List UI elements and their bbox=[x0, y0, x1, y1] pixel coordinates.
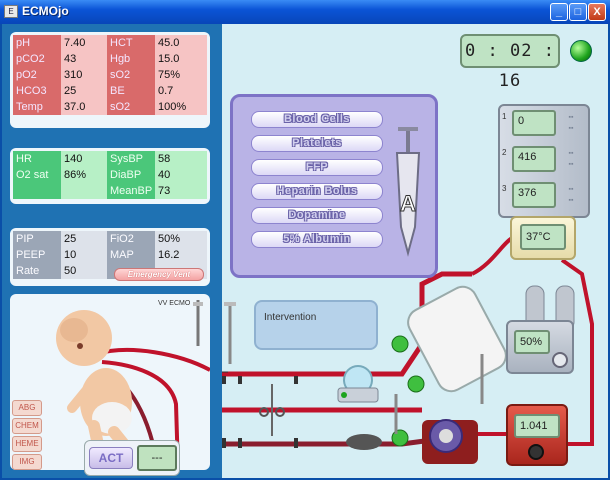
intervention-panel[interactable]: Intervention bbox=[254, 300, 378, 350]
vitals-label: DiaBP bbox=[107, 167, 155, 183]
bloodgas-label: sO2 bbox=[107, 99, 155, 115]
heater-unit: 37°C bbox=[510, 216, 576, 260]
window-title: ECMOjo bbox=[22, 4, 69, 18]
minimize-button[interactable]: _ bbox=[550, 3, 568, 21]
bloodgas-value: 15.0 bbox=[155, 51, 207, 67]
heme-button[interactable]: HEME bbox=[12, 436, 42, 452]
bloodgas-value: 100% bbox=[155, 99, 207, 115]
bloodgas-value: 37.0 bbox=[61, 99, 107, 115]
vent-value: 50 bbox=[61, 263, 107, 279]
vitals-value: 73 bbox=[155, 183, 207, 199]
pressure-knob-icon[interactable]: ▪▪ ▪▪ bbox=[558, 184, 584, 206]
pressure-value-2: 416 bbox=[512, 146, 556, 172]
bloodgas-value: 25 bbox=[61, 83, 107, 99]
bloodgas-label: pH bbox=[13, 35, 61, 51]
vitals-panel: HR 140 SysBP 58 O2 sat 86% DiaBP 40 MeanBP 73 bbox=[10, 148, 210, 204]
vent-value: 10 bbox=[61, 247, 107, 263]
heater-temperature: 37°C bbox=[520, 224, 566, 250]
act-button[interactable]: ACT bbox=[89, 447, 133, 469]
vitals-value: 58 bbox=[155, 151, 207, 167]
bloodgas-label: sO2 bbox=[107, 67, 155, 83]
blender-knob-icon[interactable] bbox=[552, 352, 568, 368]
vitals-value: 40 bbox=[155, 167, 207, 183]
app-window: E ECMOjo _ □ X pH 7.40 HCT 45.0 pCO2 43 Hgb 15.… bbox=[0, 0, 610, 480]
pressure-value-3: 376 bbox=[512, 182, 556, 208]
pump-knob-icon[interactable] bbox=[528, 444, 544, 460]
vitals-label: O2 sat bbox=[13, 167, 61, 183]
bloodgas-value: 7.40 bbox=[61, 35, 107, 51]
pressure-value-1: 0 bbox=[512, 110, 556, 136]
client-area: pH 7.40 HCT 45.0 pCO2 43 Hgb 15.0 pO2 310 sO2 75% HC… bbox=[2, 24, 608, 478]
pump-console: 1.041 bbox=[506, 404, 568, 466]
pressure-index-1: 1 bbox=[502, 112, 507, 121]
ventilator-panel: PIP 25 FiO2 50% PEEP 10 MAP 16.2 Rate 50 Emergenc… bbox=[10, 228, 210, 286]
maximize-button[interactable]: □ bbox=[569, 3, 587, 21]
heparin-bolus-button[interactable]: Heparin Bolus bbox=[251, 183, 383, 200]
vitals-value: 140 bbox=[61, 151, 107, 167]
emergency-vent-button[interactable]: Emergency Vent bbox=[114, 268, 204, 281]
vent-label: PIP bbox=[13, 231, 61, 247]
left-monitor-panel: pH 7.40 HCT 45.0 pCO2 43 Hgb 15.0 pO2 310 sO2 75% HC… bbox=[2, 24, 222, 478]
albumin-button[interactable]: 5% Albumin bbox=[251, 231, 383, 248]
blender-unit: 50% bbox=[506, 320, 574, 374]
dopamine-button[interactable]: Dopamine bbox=[251, 207, 383, 224]
vitals-label: HR bbox=[13, 151, 61, 167]
ffp-button[interactable]: FFP bbox=[251, 159, 383, 176]
bloodgas-label: HCT bbox=[107, 35, 155, 51]
bloodgas-label: pO2 bbox=[13, 67, 61, 83]
chem-button[interactable]: CHEM bbox=[12, 418, 42, 434]
bloodgas-label: HCO3 bbox=[13, 83, 61, 99]
vent-value: 50% bbox=[155, 231, 207, 247]
act-panel: ACT --- bbox=[84, 440, 180, 476]
flow-value: 1.041 bbox=[514, 414, 560, 438]
vent-label: FiO2 bbox=[107, 231, 155, 247]
bloodgas-value: 75% bbox=[155, 67, 207, 83]
status-led-icon bbox=[570, 40, 592, 62]
vent-label: PEEP bbox=[13, 247, 61, 263]
bloodgas-label: pCO2 bbox=[13, 51, 61, 67]
syringe-icon[interactable]: A bbox=[393, 127, 423, 257]
bloodgas-label: Hgb bbox=[107, 51, 155, 67]
pressure-monitor: 1 0 ▪▪ ▪▪ 2 416 ▪▪ ▪▪ 3 376 ▪▪ ▪▪ bbox=[498, 104, 590, 218]
title-bar: E ECMOjo _ □ X bbox=[0, 0, 610, 24]
vent-label: MAP bbox=[107, 247, 155, 263]
vitals-label: SysBP bbox=[107, 151, 155, 167]
pressure-knob-icon[interactable]: ▪▪ ▪▪ bbox=[558, 112, 584, 134]
act-value: --- bbox=[137, 445, 177, 471]
medication-panel: Blood Cells Platelets FFP Heparin Bolus … bbox=[230, 94, 438, 278]
bloodgas-value: 310 bbox=[61, 67, 107, 83]
blood-cells-button[interactable]: Blood Cells bbox=[251, 111, 383, 128]
vent-label: Rate bbox=[13, 263, 61, 279]
vitals-label: MeanBP bbox=[107, 183, 155, 199]
platelets-button[interactable]: Platelets bbox=[251, 135, 383, 152]
vitals-value bbox=[61, 183, 107, 199]
pressure-index-3: 3 bbox=[502, 184, 507, 193]
syringe-label: A bbox=[400, 191, 416, 216]
bloodgas-value: 45.0 bbox=[155, 35, 207, 51]
bloodgas-value: 0.7 bbox=[155, 83, 207, 99]
vitals-value: 86% bbox=[61, 167, 107, 183]
bloodgas-label: BE bbox=[107, 83, 155, 99]
blood-gas-panel: pH 7.40 HCT 45.0 pCO2 43 Hgb 15.0 pO2 310 sO2 75% HC… bbox=[10, 32, 210, 128]
bloodgas-label: Temp bbox=[13, 99, 61, 115]
app-icon: E bbox=[4, 5, 18, 18]
fio2-value: 50% bbox=[514, 330, 550, 354]
vitals-label bbox=[13, 183, 61, 199]
abg-button[interactable]: ABG bbox=[12, 400, 42, 416]
vent-value: 25 bbox=[61, 231, 107, 247]
bloodgas-value: 43 bbox=[61, 51, 107, 67]
pressure-index-2: 2 bbox=[502, 148, 507, 157]
img-button[interactable]: IMG bbox=[12, 454, 42, 470]
close-button[interactable]: X bbox=[588, 3, 606, 21]
elapsed-timer: 0 : 02 : 16 bbox=[460, 34, 560, 91]
pressure-knob-icon[interactable]: ▪▪ ▪▪ bbox=[558, 148, 584, 170]
vent-value: 16.2 bbox=[155, 247, 207, 263]
